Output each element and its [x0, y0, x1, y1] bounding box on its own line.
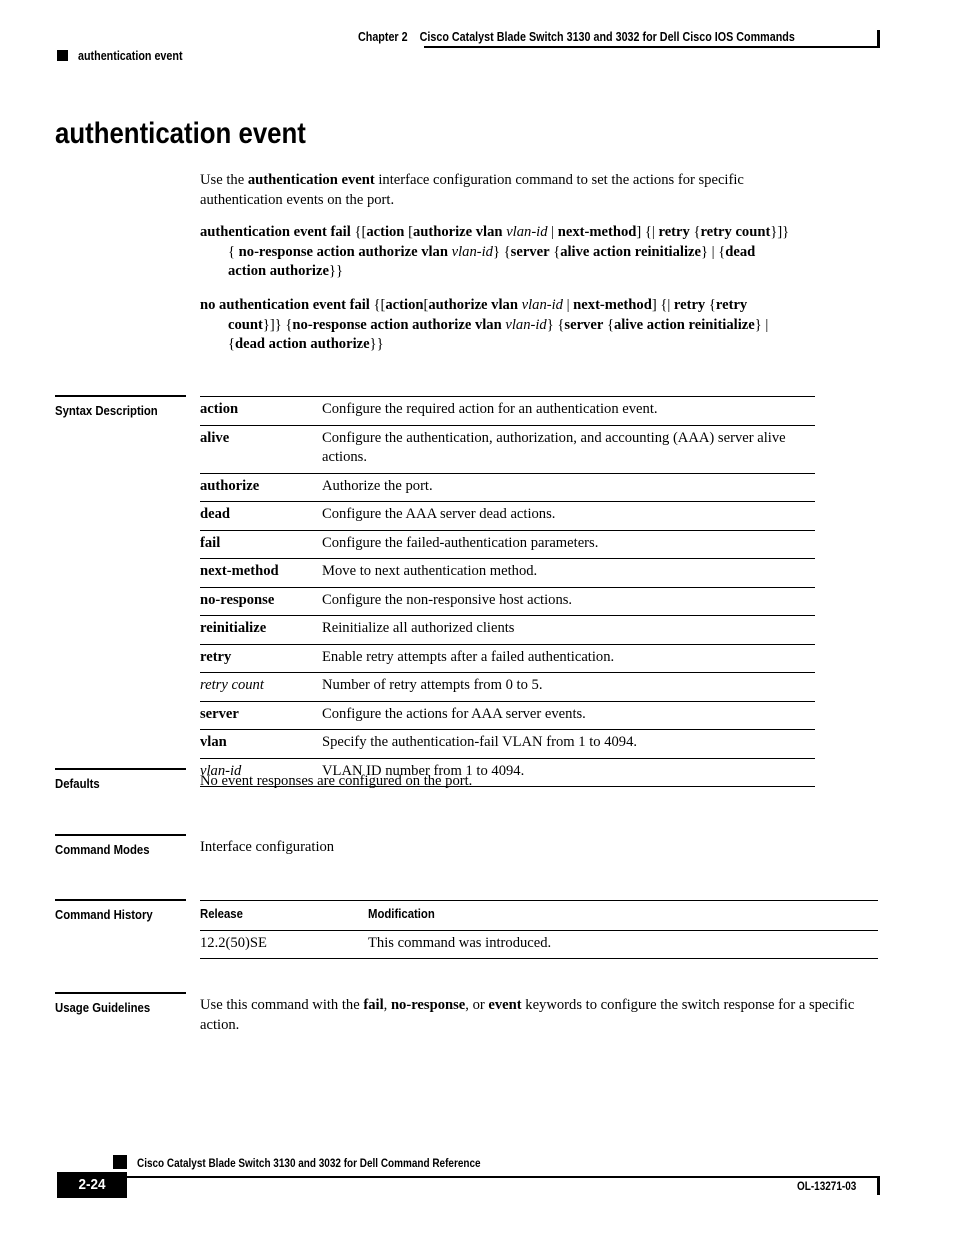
footer-page-number: 2-24	[57, 1174, 127, 1196]
command-history-table: Release Modification 12.2(50)SE This comm…	[200, 900, 878, 959]
table-row: action Configure the required action for …	[200, 397, 815, 425]
ug-kw2: no-response	[390, 997, 466, 1013]
header-chapter: Chapter 2	[358, 30, 408, 44]
syntax-description: Configure the required action for an aut…	[322, 401, 658, 417]
syntax-description: Enable retry attempts after a failed aut…	[322, 648, 615, 665]
header-book-title: Cisco Catalyst Blade Switch 3130 and 303…	[419, 30, 795, 44]
syntax-line: authentication event fail {[action [auth…	[200, 224, 790, 240]
syntax-keyword: no-response	[200, 591, 275, 608]
syntax-keyword: fail	[200, 534, 221, 551]
ug-kw1: fail	[363, 997, 384, 1013]
syntax-keyword: alive	[200, 429, 230, 446]
table-row: retry Enable retry attempts after a faile…	[200, 644, 815, 673]
syntax-keyword: action	[200, 401, 239, 417]
release-cell: 12.2(50)SE	[200, 934, 267, 951]
footer-page-number-text: 2-24	[78, 1176, 106, 1193]
syntax-description: Authorize the port.	[322, 477, 433, 494]
section-rule	[55, 768, 186, 770]
defaults-text: No event responses are configured on the…	[200, 773, 473, 789]
footer-doc-id: OL-13271-03	[797, 1180, 857, 1193]
history-table-body: 12.2(50)SE This command was introduced.	[200, 930, 878, 959]
syntax-description: Configure the authentication, authorizat…	[322, 429, 786, 466]
footer-marker-icon	[113, 1155, 127, 1169]
table-row: dead Configure the AAA server dead action…	[200, 502, 815, 530]
breadcrumb: authentication event	[78, 49, 183, 63]
ug-p2: ,	[383, 997, 391, 1013]
table-row: reinitialize Reinitialize all authorized …	[200, 616, 815, 644]
running-header: Chapter 2 Cisco Catalyst Blade Switch 313…	[358, 30, 795, 44]
history-table-head: Release Modification	[200, 901, 878, 930]
syntax-line: { no-response action authorize vlan vlan…	[228, 243, 756, 260]
syntax-negative-form: no authentication event fail {[action[au…	[200, 296, 880, 355]
footer-rule	[127, 1176, 879, 1178]
table-row: server Configure the actions for AAA serv…	[200, 701, 815, 730]
section-label-defaults: Defaults	[55, 768, 186, 791]
table-row: next-method Move to next authentication m…	[200, 559, 815, 587]
section-label-text: Syntax Description	[55, 403, 158, 418]
syntax-keyword: vlan	[200, 734, 227, 750]
intro-before: Use the	[200, 172, 248, 188]
syntax-table-body: action Configure the required action for …	[200, 397, 815, 787]
table-row: vlan Specify the authentication-fail VLAN…	[200, 730, 815, 758]
intro-command: authentication event	[247, 172, 375, 188]
column-header-modification: Modification	[368, 906, 435, 921]
section-label-text: Command Modes	[55, 842, 150, 857]
ug-kw3: event	[488, 997, 522, 1013]
syntax-keyword: next-method	[200, 563, 279, 579]
syntax-description: Move to next authentication method.	[322, 563, 538, 579]
table-row: retry count Number of retry attempts from…	[200, 673, 815, 701]
table-row: authorize Authorize the port.	[200, 473, 815, 502]
document-page: Chapter 2 Cisco Catalyst Blade Switch 313…	[0, 0, 954, 1235]
syntax-keyword: retry count	[200, 677, 264, 693]
syntax-line: no authentication event fail {[action[au…	[200, 297, 748, 313]
column-header-release: Release	[200, 906, 243, 921]
header-rule	[424, 46, 879, 48]
ug-p3: , or	[465, 997, 489, 1013]
syntax-description-table: action Configure the required action for …	[200, 396, 815, 787]
syntax-line: action authorize}}	[228, 263, 343, 279]
syntax-description: Reinitialize all authorized clients	[322, 620, 515, 636]
section-label-command-modes: Command Modes	[55, 834, 186, 857]
syntax-description: Configure the non-responsive host action…	[322, 591, 573, 608]
section-label-text: Command History	[55, 907, 153, 922]
section-label-syntax-description: Syntax Description	[55, 395, 186, 418]
syntax-positive-form: authentication event fail {[action [auth…	[200, 223, 880, 282]
page-title: authentication event	[55, 117, 306, 150]
table-row: 12.2(50)SE This command was introduced.	[200, 930, 878, 959]
syntax-keyword: retry	[200, 648, 232, 665]
syntax-line: {dead action authorize}}	[228, 336, 384, 352]
section-label-text: Defaults	[55, 776, 100, 791]
command-modes-text: Interface configuration	[200, 839, 335, 855]
footer-book-title: Cisco Catalyst Blade Switch 3130 and 303…	[137, 1157, 481, 1170]
section-label-text: Usage Guidelines	[55, 1000, 151, 1015]
table-header-row: Release Modification	[200, 901, 878, 930]
breadcrumb-marker-icon	[57, 50, 68, 61]
table-row: fail Configure the failed-authentication …	[200, 530, 815, 559]
intro-paragraph: Use the authentication event interface c…	[200, 171, 820, 210]
footer-end-bar	[877, 1176, 880, 1195]
syntax-description: Specify the authentication-fail VLAN fro…	[322, 734, 638, 750]
usage-guidelines-text: Use this command with the fail, no-respo…	[200, 996, 885, 1035]
syntax-keyword: dead	[200, 506, 231, 522]
section-rule	[55, 899, 186, 901]
modification-cell: This command was introduced.	[368, 934, 552, 951]
syntax-description: Configure the actions for AAA server eve…	[322, 705, 586, 722]
syntax-description: Configure the failed-authentication para…	[322, 534, 599, 551]
section-rule	[55, 395, 186, 397]
header-end-bar	[877, 30, 880, 48]
syntax-line: count}]} {no-response action authorize v…	[228, 316, 769, 333]
section-rule	[55, 834, 186, 836]
table-row: alive Configure the authentication, autho…	[200, 425, 815, 473]
section-rule	[55, 992, 186, 994]
table-row: no-response Configure the non-responsive …	[200, 587, 815, 616]
section-label-command-history: Command History	[55, 899, 186, 922]
section-label-usage-guidelines: Usage Guidelines	[55, 992, 186, 1015]
syntax-description: Configure the AAA server dead actions.	[322, 506, 556, 522]
syntax-keyword: server	[200, 705, 239, 722]
syntax-description: Number of retry attempts from 0 to 5.	[322, 677, 543, 693]
ug-p1: Use this command with the	[200, 997, 364, 1013]
syntax-keyword: authorize	[200, 477, 260, 494]
syntax-keyword: reinitialize	[200, 620, 267, 636]
